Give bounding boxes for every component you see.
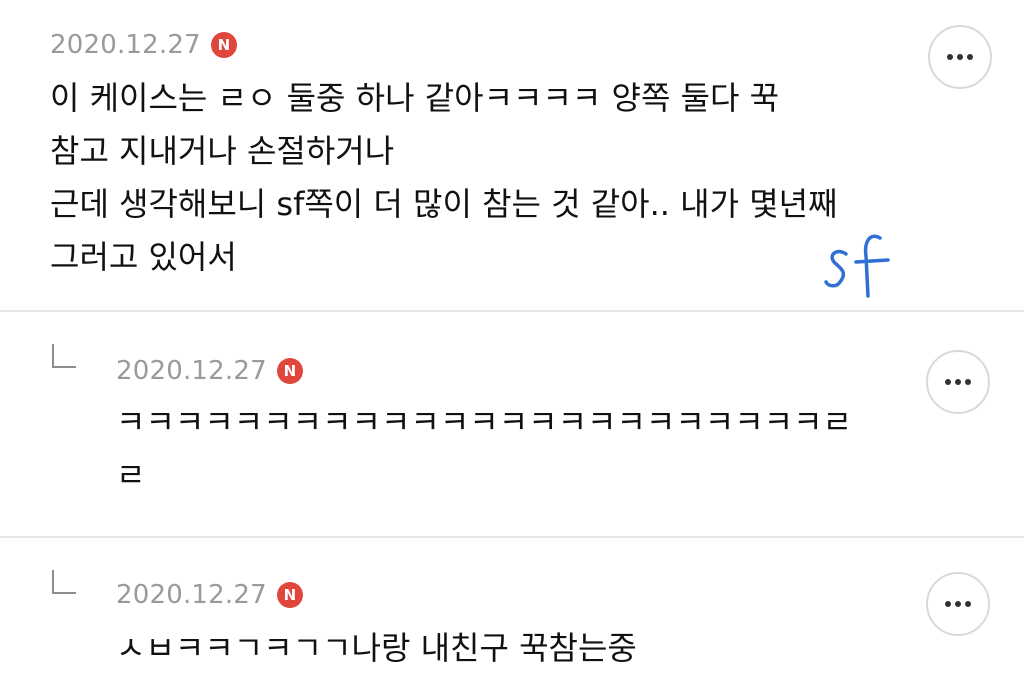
comment-text: ㅅㅂㅋㅋㄱㅋㄱㄱ나랑 내친구 꾹참는중 (116, 622, 637, 675)
comment-date: 2020.12.27 (116, 356, 267, 386)
new-badge: N (210, 32, 237, 58)
comment-text: ㅋㅋㅋㅋㅋㅋㅋㅋㅋㅋㅋㅋㅋㅋㅋㅋㅋㅋㅋㅋㅋㅋㅋㅋㄹ ㄹ (116, 396, 852, 502)
reply-item: 2020.12.27 N ㅋㅋㅋㅋㅋㅋㅋㅋㅋㅋㅋㅋㅋㅋㅋㅋㅋㅋㅋㅋㅋㅋㅋㅋㄹ ㄹ (0, 312, 1024, 536)
comment-date: 2020.12.27 (50, 30, 201, 60)
reply-arrow-icon (52, 570, 76, 594)
comment-meta: 2020.12.27 N (116, 356, 303, 386)
comment-line: ㄹ (116, 456, 146, 494)
more-options-button[interactable] (926, 572, 990, 636)
more-options-button[interactable] (928, 25, 992, 89)
comment-line: ㅋㅋㅋㅋㅋㅋㅋㅋㅋㅋㅋㅋㅋㅋㅋㅋㅋㅋㅋㅋㅋㅋㅋㅋㄹ (116, 403, 853, 441)
comment-date: 2020.12.27 (116, 580, 267, 610)
reply-arrow-icon (52, 344, 76, 368)
reply-item: 2020.12.27 N ㅅㅂㅋㅋㄱㅋㄱㄱ나랑 내친구 꾹참는중 (0, 538, 1024, 688)
more-horizontal-icon (945, 379, 951, 385)
comment-meta: 2020.12.27 N (116, 580, 303, 610)
handwritten-sf-annotation (824, 234, 890, 298)
comment-text: 이 케이스는 ㄹㅇ 둘중 하나 같아ㅋㅋㅋㅋ 양쪽 둘다 꾹 참고 지내거나 손… (50, 72, 838, 284)
more-horizontal-icon (947, 54, 953, 60)
comment-meta: 2020.12.27 N (50, 30, 237, 60)
more-options-button[interactable] (926, 350, 990, 414)
new-badge: N (276, 582, 303, 608)
comment-line: 이 케이스는 ㄹㅇ 둘중 하나 같아ㅋㅋㅋㅋ 양쪽 둘다 꾹 (50, 79, 780, 117)
comment-line: 참고 지내거나 손절하거나 (50, 132, 395, 170)
more-horizontal-icon (945, 601, 951, 607)
comment-line: ㅅㅂㅋㅋㄱㅋㄱㄱ나랑 내친구 꾹참는중 (116, 629, 637, 667)
comment-item: 2020.12.27 N 이 케이스는 ㄹㅇ 둘중 하나 같아ㅋㅋㅋㅋ 양쪽 둘… (0, 0, 1024, 312)
new-badge: N (276, 358, 303, 384)
comment-line: 그러고 있어서 (50, 238, 237, 276)
comment-line: 근데 생각해보니 sf쪽이 더 많이 참는 것 같아.. 내가 몇년째 (50, 185, 838, 223)
